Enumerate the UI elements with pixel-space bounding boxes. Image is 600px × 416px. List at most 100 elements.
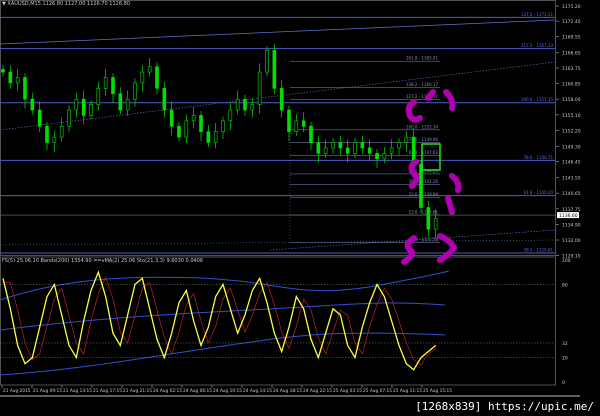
time-label: 25 Aug 03:15: [333, 388, 362, 394]
candle: [331, 142, 335, 149]
fib-label-outer: 117.2 - 1167.33: [521, 43, 553, 48]
time-label: 25 Aug 11:15: [393, 388, 422, 394]
annotation-s-1: [408, 159, 420, 189]
fib-label-outer: 100.0 - 1157.35: [521, 97, 553, 102]
candle: [81, 98, 86, 116]
candle: [228, 109, 233, 122]
price-label: 1149.30: [562, 144, 581, 150]
time-label: 25 Aug 07:15: [363, 388, 392, 394]
current-price-label: 1136.60: [559, 213, 578, 219]
price-label: 1160.85: [562, 82, 581, 88]
indicator-header: FS(5) 25.06.10 Bands(200) 1354.90 ==vMA(…: [2, 258, 204, 264]
candle: [67, 109, 71, 127]
candle: [30, 98, 35, 111]
price-label: 1166.65: [562, 50, 581, 56]
time-label: 24 Aug 02:15: [153, 388, 182, 394]
fib-label-inner: 138.2 - 1160.17: [406, 82, 438, 87]
candle: [96, 88, 101, 105]
fib-label-outer: 78.6 - 1146.71: [524, 155, 554, 160]
candle: [23, 77, 27, 100]
candle: [37, 109, 42, 127]
candle: [8, 71, 13, 84]
annotation-bracket-4: [449, 173, 462, 193]
price-label: 1134.90: [562, 222, 581, 228]
candle: [125, 98, 130, 111]
candle: [89, 104, 93, 116]
annotation-bracket-2: [425, 89, 436, 101]
candle: [257, 71, 262, 105]
candle: [52, 136, 57, 143]
candle: [345, 147, 350, 154]
candle: [367, 147, 372, 154]
candle: [199, 115, 203, 132]
candle: [169, 109, 174, 127]
watermark: [1268x839] https://upic.me/: [415, 400, 594, 413]
candle: [294, 120, 299, 132]
candle: [426, 207, 431, 230]
time-label: 24 Aug 06:15: [183, 388, 212, 394]
time-label: 24 Aug 18:15: [273, 388, 302, 394]
fib-label-outer: 61.8 - 1140.20: [524, 190, 554, 195]
trend-line-dotted[interactable]: [0, 61, 556, 131]
candle: [382, 153, 387, 160]
price-label: 1163.75: [562, 66, 581, 72]
price-label: 1172.40: [562, 19, 581, 25]
osc-level-label: 0: [562, 380, 565, 386]
candle: [177, 125, 181, 138]
candle: [316, 142, 321, 154]
candle: [221, 120, 225, 132]
candle: [191, 115, 196, 122]
price-label: 1137.75: [562, 207, 581, 213]
candle: [103, 77, 108, 89]
candle: [301, 120, 306, 127]
candle: [15, 77, 20, 84]
time-label: 24 Aug 14:15: [243, 388, 272, 394]
price-label: 1152.20: [562, 129, 581, 135]
highlight-box: [421, 143, 441, 171]
fib-label-inner: 23.6 - 1136.61: [409, 210, 439, 215]
time-label: 21 Aug 21:15: [123, 388, 152, 394]
time-label: 21 Aug 17:15: [93, 388, 122, 394]
candle: [243, 98, 247, 111]
candle: [353, 142, 357, 154]
candle: [147, 66, 152, 73]
main-pane-frame: [0, 0, 556, 256]
price-label: 1132.00: [562, 238, 581, 244]
trend-line-bottom[interactable]: [0, 239, 556, 246]
time-label: 25 Aug 15:15: [423, 388, 452, 394]
candle: [360, 142, 365, 149]
chart-canvas[interactable]: 127.2 - 1173.11 117.2 - 1167.33 100.0 - 11…: [0, 0, 600, 416]
candle: [287, 109, 291, 132]
candle: [133, 82, 137, 100]
annotation-chevron: [437, 233, 457, 263]
price-label: 1155.10: [562, 113, 581, 119]
osc-level-label: 32: [562, 341, 568, 347]
candle: [213, 131, 218, 143]
trend-line-upper[interactable]: [0, 19, 556, 45]
candle: [155, 66, 159, 89]
candle: [309, 125, 313, 143]
price-label: 1158.00: [562, 97, 581, 103]
candle: [184, 120, 189, 138]
band-lower: [0, 332, 446, 376]
candle: [375, 153, 379, 160]
time-label: 24 Aug 10:15: [213, 388, 242, 394]
price-label: 1129.10: [562, 254, 581, 260]
fib-label-inner: 161.8 - 1165.01: [406, 56, 438, 61]
price-label: 1143.55: [562, 175, 581, 181]
annotation-bracket-1: [405, 99, 423, 123]
candle: [404, 136, 409, 143]
candle: [1, 69, 5, 73]
candle: [235, 98, 240, 111]
candle: [45, 125, 49, 143]
candle: [397, 142, 401, 149]
candle: [206, 131, 211, 143]
annotation-s-2: [401, 235, 417, 265]
fib-label-outer: 127.2 - 1173.11: [521, 12, 553, 17]
candle: [59, 125, 64, 138]
candle: [323, 147, 328, 154]
fib-label-inner: 23.6 - 1139.89: [409, 192, 439, 197]
candle: [389, 147, 394, 154]
osc-level-label: 20: [562, 356, 568, 362]
candle: [140, 71, 145, 84]
